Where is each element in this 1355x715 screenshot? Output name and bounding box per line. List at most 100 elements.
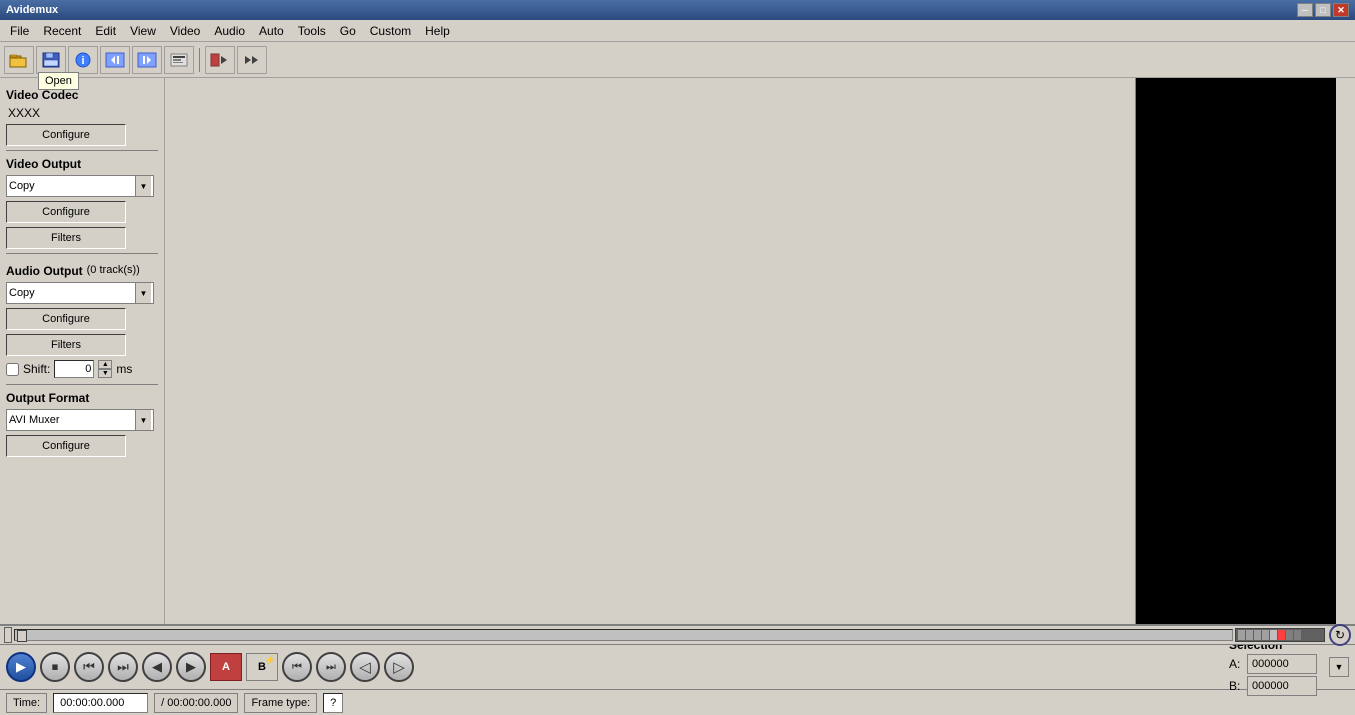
audio-configure-btn[interactable]: Configure [6, 308, 126, 330]
divider3 [6, 384, 158, 385]
video-output-dropdown[interactable]: Copy ▼ [6, 175, 154, 197]
title-bar-buttons: ─ □ ✕ [1297, 3, 1349, 17]
prev-segment-icon [105, 52, 125, 68]
frame-type-value: ? [323, 693, 343, 713]
vol-seg-3 [1254, 630, 1261, 640]
shift-down-btn[interactable]: ▼ [98, 369, 112, 378]
prev-frame-button[interactable]: ◀ [142, 652, 172, 682]
fast-forward-button[interactable]: ⏭ [108, 652, 138, 682]
video-output-arrow: ▼ [135, 176, 151, 196]
sel-b-transport-row: B: 000000 [1229, 676, 1317, 696]
info-icon: i [74, 51, 92, 69]
menu-video[interactable]: Video [164, 22, 206, 40]
menu-bar: File Recent Edit View Video Audio Auto T… [0, 20, 1355, 42]
menu-custom[interactable]: Custom [364, 22, 417, 40]
video-filters-btn[interactable]: Filters [6, 227, 126, 249]
menu-help[interactable]: Help [419, 22, 456, 40]
ms-label: ms [116, 362, 132, 376]
selection-area-transport: Selection A: 000000 B: 000000 [1229, 638, 1317, 696]
audio-output-arrow: ▼ [135, 283, 151, 303]
menu-auto[interactable]: Auto [253, 22, 290, 40]
output-format-dropdown[interactable]: AVI Muxer ▼ [6, 409, 154, 431]
sel-b-lbl: B: [1229, 679, 1243, 693]
toolbar-next-seg-btn[interactable] [132, 46, 162, 74]
output-format-arrow: ▼ [135, 410, 151, 430]
menu-tools[interactable]: Tools [292, 22, 332, 40]
menu-edit[interactable]: Edit [89, 22, 122, 40]
save-icon [41, 51, 61, 69]
left-panel: Video Codec XXXX Configure Video Output … [0, 78, 165, 715]
output-format-configure-btn[interactable]: Configure [6, 435, 126, 457]
sel-b-display: 000000 [1247, 676, 1317, 696]
toolbar-prev-seg-btn[interactable] [100, 46, 130, 74]
audio-filters-btn[interactable]: Filters [6, 334, 126, 356]
close-button[interactable]: ✕ [1333, 3, 1349, 17]
vol-seg-5 [1270, 630, 1277, 640]
audio-output-label: Audio Output [6, 264, 83, 278]
sel-a-display: 000000 [1247, 654, 1317, 674]
next-frame-button[interactable]: ▶ [176, 652, 206, 682]
main-content: Video Codec XXXX Configure Video Output … [0, 78, 1355, 715]
video-output-configure-btn[interactable]: Configure [6, 201, 126, 223]
menu-file[interactable]: File [4, 22, 35, 40]
volume-segments [1236, 629, 1303, 641]
goto-start-button[interactable]: ⏮ [282, 652, 312, 682]
maximize-button[interactable]: □ [1315, 3, 1331, 17]
toolbar-play-segment-btn[interactable] [205, 46, 235, 74]
goto-end-button[interactable]: ⏭ [316, 652, 346, 682]
toolbar-open-btn[interactable] [4, 46, 34, 74]
mark-out-button[interactable]: ⚡ B [246, 653, 278, 681]
shift-up-btn[interactable]: ▲ [98, 360, 112, 369]
mark-in-button[interactable]: A [210, 653, 242, 681]
toolbar-forward-btn[interactable] [237, 46, 267, 74]
next-keyframe-button[interactable]: ▷ [384, 652, 414, 682]
loop-button[interactable]: ↻ [1329, 624, 1351, 646]
video-output-value: Copy [9, 180, 35, 192]
vol-seg-7 [1294, 630, 1301, 640]
menu-go[interactable]: Go [334, 22, 362, 40]
toolbar: Open i [0, 42, 1355, 78]
timeline-left-btn[interactable] [4, 627, 12, 643]
shift-input[interactable] [54, 360, 94, 378]
audio-output-dropdown[interactable]: Copy ▼ [6, 282, 154, 304]
preview-area [1136, 78, 1336, 642]
menu-recent[interactable]: Recent [37, 22, 87, 40]
menu-view[interactable]: View [124, 22, 162, 40]
forward-icon [242, 52, 262, 68]
timeline-row: ↻ [0, 625, 1355, 645]
options-small-btn[interactable]: ▼ [1329, 657, 1349, 677]
timeline-track[interactable] [14, 629, 1233, 641]
timeline-thumb[interactable] [17, 630, 27, 642]
play-button[interactable]: ▶ [6, 652, 36, 682]
volume-display [1235, 628, 1325, 642]
stop-button[interactable]: ⏹ [40, 652, 70, 682]
time-label: Time: [6, 693, 47, 713]
toolbar-save-btn[interactable] [36, 46, 66, 74]
prev-keyframe-button[interactable]: ◁ [350, 652, 380, 682]
vol-seg-1 [1238, 630, 1245, 640]
toolbar-properties-btn[interactable] [164, 46, 194, 74]
status-bar: Time: 00:00:00.000 / 00:00:00.000 Frame … [0, 689, 1355, 715]
center-area [165, 78, 1135, 715]
sel-a-transport-row: A: 000000 [1229, 654, 1317, 674]
video-output-label: Video Output [6, 157, 158, 171]
right-panel: Selection ⚙ A: B: [1135, 78, 1355, 715]
bottom-area: ↻ ▶ ⏹ ⏮ ⏭ ◀ ▶ A ⚡ B ⏮ ⏭ ◁ ▷ Selectio [0, 624, 1355, 715]
vol-seg-2 [1246, 630, 1253, 640]
audio-output-value: Copy [9, 287, 35, 299]
video-codec-configure-btn[interactable]: Configure [6, 124, 126, 146]
shift-row: Shift: ▲ ▼ ms [6, 360, 158, 378]
shift-checkbox[interactable] [6, 363, 19, 376]
open-file-icon [9, 51, 29, 69]
duration-label: / 00:00:00.000 [154, 693, 238, 713]
vol-seg-6 [1286, 630, 1293, 640]
video-codec-value: XXXX [8, 106, 158, 120]
vol-seg-red [1278, 630, 1285, 640]
audio-tracks: (0 track(s)) [87, 264, 140, 276]
toolbar-info-btn[interactable]: i [68, 46, 98, 74]
menu-audio[interactable]: Audio [208, 22, 251, 40]
open-tooltip: Open [38, 72, 79, 90]
shift-label: Shift: [23, 362, 50, 376]
minimize-button[interactable]: ─ [1297, 3, 1313, 17]
rewind-to-start-button[interactable]: ⏮ [74, 652, 104, 682]
